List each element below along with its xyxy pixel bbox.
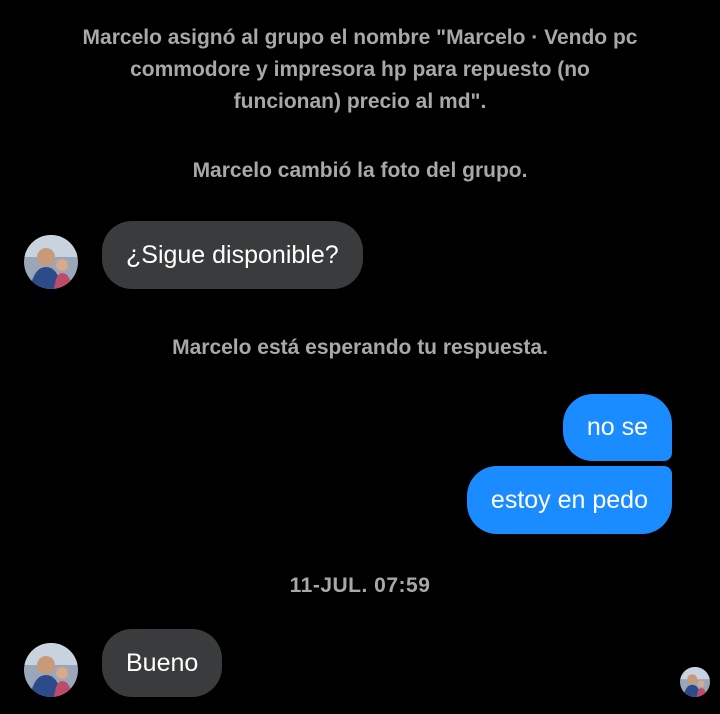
system-message-photo-changed: Marcelo cambió la foto del grupo. (192, 159, 528, 182)
avatar-icon (24, 643, 78, 697)
system-message-waiting: Marcelo está esperando tu respuesta. (172, 336, 548, 359)
avatar-icon (24, 235, 78, 289)
sender-avatar[interactable] (24, 235, 78, 289)
sender-avatar-2[interactable] (24, 643, 78, 697)
outgoing-message-1[interactable]: no se (562, 394, 672, 461)
system-message-rename-line-2: commodore y impresora hp para repuesto (… (130, 58, 590, 81)
incoming-message-1[interactable]: ¿Sigue disponible? (102, 221, 363, 289)
system-message-rename-line-3: funcionan) precio al md". (233, 90, 487, 113)
system-message-rename: Marcelo asignó al grupo el nombre "Marce… (0, 22, 720, 118)
incoming-message-2[interactable]: Bueno (102, 629, 223, 697)
read-receipt (680, 667, 710, 697)
timestamp: 11-JUL. 07:59 (289, 574, 431, 597)
read-receipt-avatar-icon (680, 667, 710, 697)
chat-thread: Marcelo asignó al grupo el nombre "Marce… (0, 0, 720, 714)
outgoing-message-2[interactable]: estoy en pedo (466, 466, 672, 534)
system-message-rename-line-1: Marcelo asignó al grupo el nombre "Marce… (82, 26, 638, 49)
